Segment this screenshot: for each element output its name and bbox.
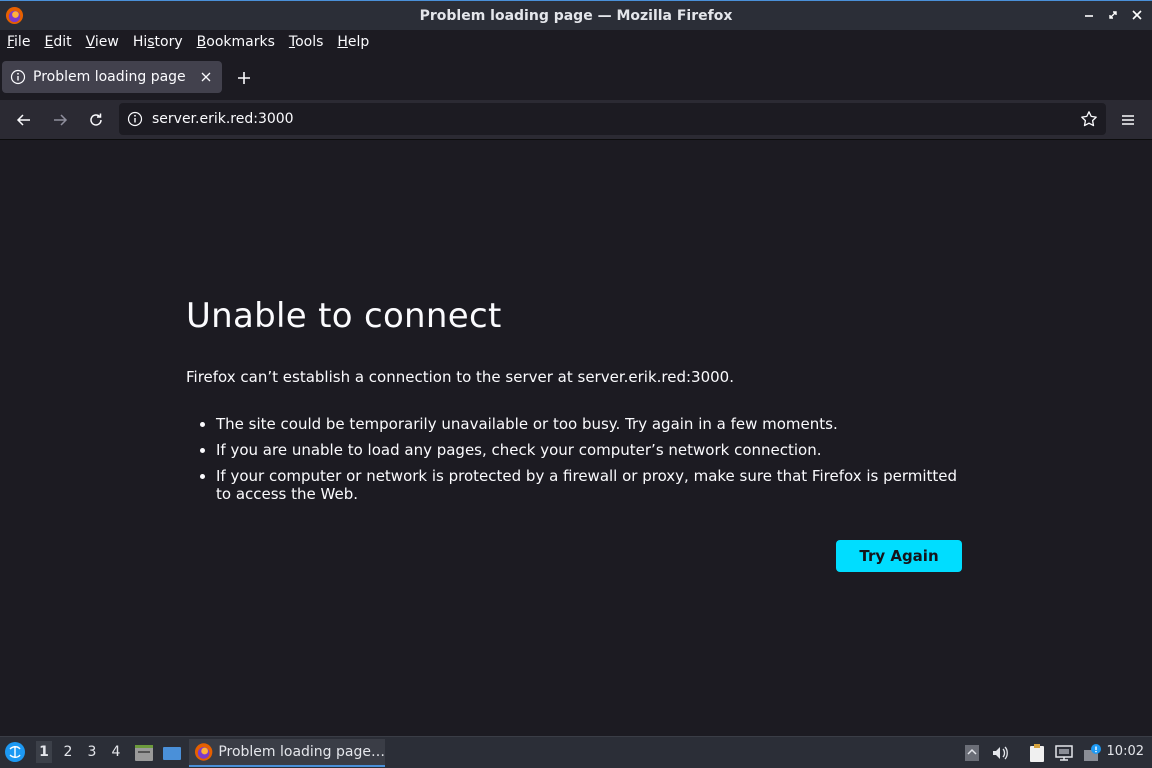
workspace-1[interactable]: 1 <box>36 741 52 763</box>
tray-expand-icon[interactable] <box>962 743 982 763</box>
navigation-toolbar: server.erik.red:3000 <box>0 100 1152 140</box>
minimize-icon[interactable] <box>1082 7 1096 23</box>
menu-file[interactable]: File <box>7 34 30 50</box>
menu-history[interactable]: History <box>133 34 183 50</box>
tab-problem-loading-page[interactable]: Problem loading page <box>2 61 222 93</box>
tab-strip: Problem loading page <box>0 54 1152 100</box>
workspace-2[interactable]: 2 <box>60 744 76 760</box>
back-arrow-icon[interactable] <box>14 110 34 130</box>
window-title: Problem loading page — Mozilla Firefox <box>419 7 733 24</box>
firefox-icon <box>194 743 213 761</box>
taskbar-task-firefox[interactable]: Problem loading page… <box>189 739 385 767</box>
bookmark-star-icon[interactable] <box>1080 110 1098 128</box>
hamburger-menu-icon[interactable] <box>1118 110 1138 130</box>
url-bar[interactable]: server.erik.red:3000 <box>119 103 1106 135</box>
close-tab-icon[interactable] <box>198 69 214 85</box>
reload-icon[interactable] <box>86 110 106 130</box>
menu-view[interactable]: View <box>86 34 119 50</box>
window-controls <box>1082 7 1144 23</box>
menu-bar: File Edit View History Bookmarks Tools H… <box>0 30 1152 54</box>
firefox-icon <box>5 6 24 25</box>
suggestion-item: If your computer or network is protected… <box>216 467 976 503</box>
error-suggestions: The site could be temporarily unavailabl… <box>186 415 976 511</box>
tab-label: Problem loading page <box>33 69 186 85</box>
start-menu-icon[interactable] <box>4 741 26 763</box>
try-again-button[interactable]: Try Again <box>836 540 962 572</box>
taskbar: 1 2 3 4 Problem loading page… 10:02 <box>0 736 1152 768</box>
network-icon[interactable] <box>1054 743 1074 763</box>
suggestion-item: The site could be temporarily unavailabl… <box>216 415 976 433</box>
info-icon <box>10 69 26 85</box>
error-description: Firefox can’t establish a connection to … <box>186 368 734 386</box>
window-titlebar: Problem loading page — Mozilla Firefox <box>0 0 1152 30</box>
page-content: Unable to connect Firefox can’t establis… <box>0 141 1152 736</box>
update-notifier-icon[interactable] <box>1082 743 1102 763</box>
forward-arrow-icon[interactable] <box>50 110 70 130</box>
menu-edit[interactable]: Edit <box>44 34 71 50</box>
workspace-4[interactable]: 4 <box>108 744 124 760</box>
task-label: Problem loading page… <box>218 744 385 760</box>
clipboard-icon[interactable] <box>1027 743 1047 763</box>
menu-tools[interactable]: Tools <box>289 34 324 50</box>
suggestion-item: If you are unable to load any pages, che… <box>216 441 976 459</box>
workspace-3[interactable]: 3 <box>84 744 100 760</box>
volume-icon[interactable] <box>990 743 1010 763</box>
menu-help[interactable]: Help <box>337 34 369 50</box>
menu-bookmarks[interactable]: Bookmarks <box>197 34 275 50</box>
error-title: Unable to connect <box>186 296 502 336</box>
show-desktop-icon[interactable] <box>161 742 183 764</box>
close-icon[interactable] <box>1130 7 1144 23</box>
url-text[interactable]: server.erik.red:3000 <box>152 111 294 127</box>
file-manager-icon[interactable] <box>133 742 155 764</box>
maximize-icon[interactable] <box>1106 7 1120 23</box>
clock: 10:02 <box>1106 744 1144 759</box>
new-tab-icon[interactable] <box>234 68 254 88</box>
site-info-icon[interactable] <box>127 111 143 127</box>
